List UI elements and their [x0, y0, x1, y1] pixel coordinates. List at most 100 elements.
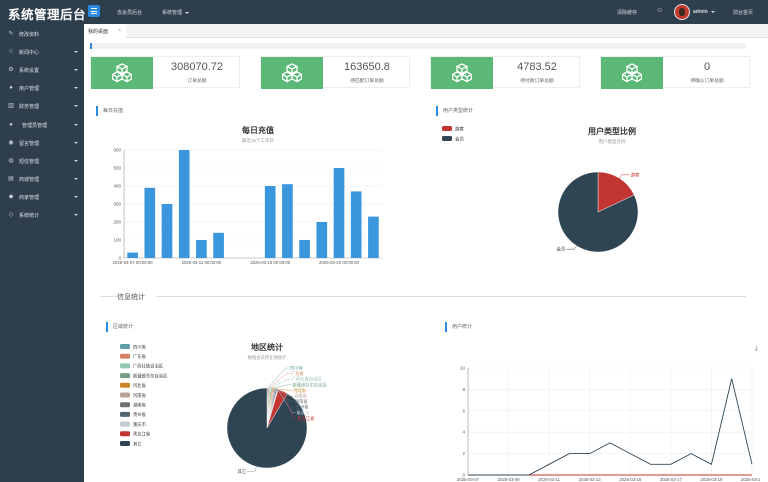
legend-swatch	[120, 353, 130, 359]
chevron-down-icon	[185, 11, 190, 14]
leader-line	[270, 379, 291, 389]
brand-title: 系统管理后台	[8, 8, 87, 22]
legend-label: 游客	[455, 126, 464, 133]
menu-toggle-button[interactable]	[88, 5, 100, 17]
sidebar-item-users[interactable]: ● 用户管理	[0, 82, 84, 94]
bar	[333, 168, 345, 258]
bar	[127, 252, 138, 258]
home-link[interactable]: 前台首页	[733, 9, 753, 16]
sidebar-item-statistics[interactable]: ◇ 系统统计	[0, 209, 84, 221]
caret-down-icon	[74, 160, 78, 162]
close-icon[interactable]: ×	[118, 28, 121, 34]
legend-swatch	[120, 402, 130, 408]
users-icon: ●	[9, 122, 13, 128]
legend-label: 黑龙江省	[133, 431, 151, 438]
chart-subtitle: 用户类型比例	[599, 138, 626, 145]
sidebar-item-finance[interactable]: ▥ 财务管理	[0, 100, 84, 112]
stat-card-total-orders: 308070.72 订单总额	[90, 56, 240, 89]
caret-down-icon	[74, 69, 78, 71]
stat-value: 308070.72	[171, 61, 223, 73]
sidebar-item-settings[interactable]: ⚙ 系统设置	[0, 64, 84, 76]
stat-value: 0	[703, 61, 711, 73]
stat-card-pending-match: 163650.8 待匹配订单总额	[260, 56, 410, 89]
caret-down-icon	[74, 51, 78, 53]
panel-title-daily: 每日充值	[96, 106, 123, 116]
sidebar-item-label: 系统设置	[19, 68, 40, 74]
bar	[161, 204, 173, 258]
region-chart: 地区统计根据会员所在地统计 四川省广东省广西壮族自治区新疆维吾尔自治区河北省河南省…	[120, 342, 327, 475]
sidebar-item-merchants[interactable]: ◆ 商家管理	[0, 191, 84, 203]
legend-swatch	[120, 344, 130, 349]
x-tick-label: 2025-03-11	[538, 477, 560, 482]
legend-label: 四川省	[133, 343, 147, 350]
system-manage-label: 系统管理	[162, 10, 183, 16]
avatar[interactable]	[674, 4, 690, 20]
legend-swatch	[120, 441, 130, 446]
merchant-icon: ◆	[8, 194, 14, 200]
top-header: 系统管理后台 去会员后台 系统管理 清除缓存 ☺ admin 前台首页	[0, 0, 768, 24]
caret-down-icon	[74, 214, 78, 216]
x-tick-label: 2025-03-07	[457, 477, 480, 482]
user-menu[interactable]: admin	[693, 9, 716, 15]
x-tick-label: 2025-03-11 00:00:00	[182, 260, 222, 265]
panel-title-user-type: 用户类型统计	[436, 106, 473, 116]
user-icon: ●	[9, 85, 13, 91]
slice-label: 黑龙江省	[297, 415, 315, 422]
series-line	[468, 378, 753, 476]
sidebar-item-sms[interactable]: ◍ 短信管理	[0, 155, 84, 167]
x-tick-label: 2025-03-19	[700, 477, 723, 482]
legend-swatch	[120, 411, 130, 417]
leader-line	[619, 174, 630, 179]
sidebar: ✎ 修改资料 ☆ 新闻中心 ⚙ 系统设置 ● 用户管理 ▥ 财务管理 ● 管理员…	[0, 24, 84, 482]
tab-my-desktop[interactable]: 我的桌面 ×	[84, 24, 126, 38]
leader-line	[247, 466, 257, 472]
section-divider-label: 信息统计	[117, 294, 145, 301]
x-tick-label: 2025-03-15 00:00:00	[250, 260, 291, 265]
sidebar-item-news[interactable]: ☆ 新闻中心	[0, 46, 84, 58]
y-tick-label: 6	[462, 408, 465, 413]
x-tick-label: 2025-03-15	[619, 477, 642, 482]
sidebar-item-shop[interactable]: ▤ 商城管理	[0, 173, 84, 185]
caret-down-icon	[74, 124, 78, 126]
slice-label: 其它	[237, 468, 246, 475]
bar	[264, 186, 276, 258]
star-icon: ☆	[8, 49, 14, 55]
skin-icon[interactable]: ☺	[656, 7, 663, 14]
sidebar-item-messages[interactable]: ◉ 留言管理	[0, 137, 84, 149]
caret-down-icon	[74, 87, 78, 89]
legend-label: 广西壮族自治区	[133, 363, 164, 370]
caret-down-icon	[74, 142, 78, 144]
x-tick-label: 2025-03-09	[498, 477, 521, 482]
legend-label: 新疆维吾尔自治区	[133, 372, 168, 379]
sidebar-item-admins[interactable]: ● 管理员管理	[0, 119, 84, 131]
panel-title-region: 区域统计	[106, 322, 133, 332]
clear-cache-link[interactable]: 清除缓存	[617, 9, 637, 16]
caret-down-icon	[74, 105, 78, 107]
y-tick-label: 10	[460, 366, 466, 371]
y-tick-label: 8	[462, 387, 465, 392]
sms-icon: ◍	[8, 158, 14, 164]
sidebar-item-label: 系统统计	[19, 213, 40, 219]
shop-icon: ▤	[8, 176, 14, 182]
sidebar-item-label: 新闻中心	[19, 50, 40, 56]
chevron-down-icon	[711, 10, 716, 13]
y-tick-label: 500	[113, 166, 121, 171]
leader-line	[268, 373, 290, 389]
cubes-icon	[601, 57, 663, 89]
sidebar-item-profile[interactable]: ✎ 修改资料	[0, 28, 84, 40]
chart-icon: ▥	[8, 103, 14, 109]
bar	[316, 222, 328, 258]
chart-title: 地区统计	[251, 342, 283, 352]
member-backend-link[interactable]: 去会员后台	[117, 9, 142, 16]
content-top-strip	[90, 43, 746, 49]
stat-label: 待匹配订单总额	[350, 79, 384, 84]
username-label: admin	[693, 9, 708, 15]
system-manage-menu[interactable]: 系统管理	[162, 9, 190, 16]
caret-down-icon	[74, 178, 78, 180]
bar	[213, 232, 224, 258]
tab-label: 我的桌面	[88, 29, 109, 35]
legend-label: 重庆市	[133, 421, 147, 428]
chart-title: 用户类型比例	[587, 126, 636, 136]
bar	[299, 240, 310, 258]
x-tick-label: 2025-03-19 00:00:00	[319, 260, 360, 265]
